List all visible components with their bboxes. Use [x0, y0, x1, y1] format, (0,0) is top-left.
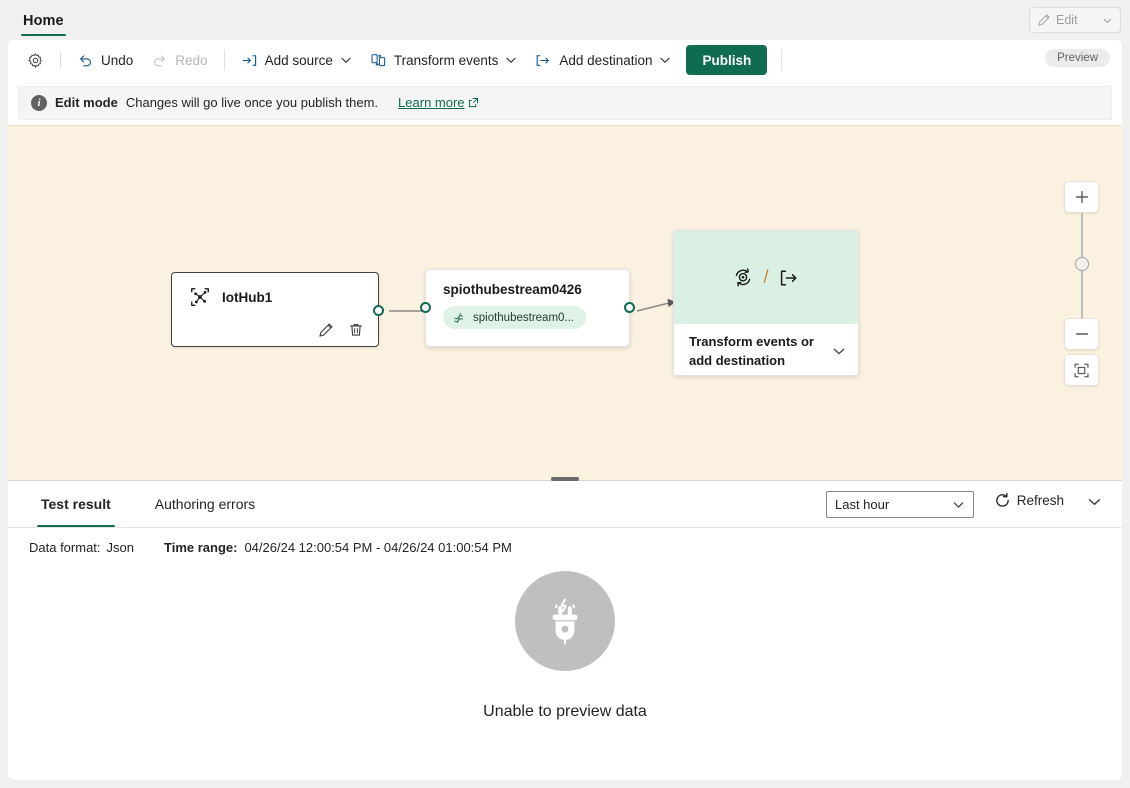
chevron-down-icon — [1102, 15, 1113, 26]
add-destination-icon — [778, 267, 800, 289]
transform-events-icon — [370, 52, 387, 69]
command-bar-separator-2 — [223, 50, 225, 70]
result-metadata-row: Data format: Json Time range: 04/26/24 1… — [8, 528, 1122, 566]
zoom-slider[interactable] — [1064, 213, 1099, 318]
fit-to-screen-button[interactable] — [1064, 354, 1099, 386]
undo-button[interactable]: Undo — [68, 45, 142, 75]
info-icon: i — [31, 94, 47, 111]
pencil-icon — [1037, 13, 1051, 27]
learn-more-label: Learn more — [398, 95, 465, 110]
data-format-value: Json — [106, 539, 134, 555]
chevron-down-icon — [505, 54, 517, 66]
results-tabs: Test result Authoring errors Last hour R… — [8, 481, 1122, 528]
node-stream-input-port[interactable] — [420, 302, 431, 313]
edit-button[interactable]: Edit — [1029, 7, 1121, 33]
node-stream-pill-label: spiothubestream0... — [473, 311, 575, 324]
iot-hub-icon — [189, 286, 211, 308]
refresh-icon — [994, 492, 1011, 509]
settings-button[interactable] — [18, 45, 53, 75]
node-source-output-port[interactable] — [373, 305, 384, 316]
tab-home-label: Home — [23, 13, 64, 29]
time-range-label: Time range: — [164, 539, 238, 555]
learn-more-link[interactable]: Learn more — [398, 95, 478, 110]
gear-icon — [27, 52, 44, 69]
node-transform-label: Transform events or add destination — [689, 332, 826, 370]
publish-button[interactable]: Publish — [686, 45, 768, 75]
add-source-label: Add source — [264, 52, 333, 68]
empty-state: Unable to preview data — [8, 571, 1122, 721]
edit-mode-message-bar: i Edit mode Changes will go live once yo… — [18, 85, 1112, 120]
transform-events-icon — [732, 267, 754, 289]
add-destination-icon — [535, 52, 552, 69]
node-transform-or-destination[interactable]: / Transform events or add destination — [673, 230, 859, 376]
node-iothub-source[interactable]: IotHub1 — [171, 272, 384, 347]
preview-badge: Preview — [1045, 49, 1110, 67]
undo-label: Undo — [101, 52, 134, 68]
tab-home[interactable]: Home — [19, 2, 68, 40]
results-panel: Test result Authoring errors Last hour R… — [8, 481, 1122, 780]
add-destination-button[interactable]: Add destination — [526, 45, 680, 75]
edit-mode-title: Edit mode — [55, 95, 118, 110]
preview-badge-label: Preview — [1057, 52, 1098, 64]
plug-disconnected-icon — [515, 571, 615, 671]
eventstream-icon — [452, 311, 466, 325]
redo-button[interactable]: Redo — [142, 45, 216, 75]
chevron-down-icon — [952, 498, 965, 511]
time-range-select[interactable]: Last hour — [826, 491, 974, 518]
eventstream-canvas[interactable]: IotHub1 spiothubestream0426 spiothubestr… — [8, 125, 1122, 476]
time-range-select-value: Last hour — [835, 497, 890, 512]
redo-icon — [151, 52, 168, 69]
node-transform-footer[interactable]: Transform events or add destination — [674, 324, 858, 375]
window-tab-strip: Home Edit — [0, 0, 1130, 40]
node-stream-output-port[interactable] — [624, 302, 635, 313]
transform-events-button[interactable]: Transform events — [361, 45, 527, 75]
eventstream-editor-window: Home Edit Undo Redo Add source Transform… — [0, 0, 1130, 788]
tab-test-result-label: Test result — [41, 496, 111, 512]
tab-home-active-indicator — [21, 33, 66, 36]
tab-test-result[interactable]: Test result — [37, 481, 115, 527]
canvas-zoom-controls — [1064, 181, 1100, 386]
node-transform-label-line1: Transform events or — [689, 333, 814, 349]
command-bar-separator-3 — [781, 50, 783, 70]
refresh-label: Refresh — [1016, 493, 1064, 508]
tab-authoring-errors-label: Authoring errors — [154, 496, 256, 512]
data-format-label: Data format: — [29, 539, 101, 555]
node-transform-icons: / — [674, 231, 858, 324]
add-source-button[interactable]: Add source — [232, 45, 361, 75]
redo-label: Redo — [175, 52, 208, 68]
node-stream-pill[interactable]: spiothubestream0... — [443, 306, 587, 329]
chevron-down-icon — [340, 54, 352, 66]
add-destination-label: Add destination — [559, 52, 653, 68]
node-stream-title: spiothubestream0426 — [443, 282, 582, 297]
node-source-title: IotHub1 — [222, 289, 273, 305]
pencil-icon[interactable] — [318, 322, 334, 338]
refresh-button[interactable]: Refresh — [994, 492, 1064, 509]
edit-mode-message: Changes will go live once you publish th… — [125, 95, 379, 110]
zoom-out-button[interactable] — [1064, 318, 1099, 350]
edit-mode-bar: i Edit mode Changes will go live once yo… — [8, 80, 1122, 125]
chevron-down-icon — [659, 54, 671, 66]
node-transform-separator: / — [763, 267, 769, 287]
node-source-actions — [318, 322, 364, 338]
add-source-icon — [241, 52, 258, 69]
zoom-in-button[interactable] — [1064, 181, 1099, 213]
command-bar: Undo Redo Add source Transform events Ad… — [8, 40, 1122, 80]
node-source-header: IotHub1 — [172, 273, 378, 308]
transform-events-label: Transform events — [393, 52, 499, 68]
node-transform-label-line2: add destination — [689, 352, 786, 368]
publish-label: Publish — [702, 52, 752, 68]
zoom-slider-handle[interactable] — [1075, 257, 1089, 271]
tab-authoring-errors[interactable]: Authoring errors — [151, 481, 259, 527]
empty-state-message: Unable to preview data — [483, 703, 647, 720]
edit-button-label: Edit — [1056, 13, 1078, 27]
undo-icon — [77, 52, 94, 69]
refresh-options-chevron[interactable] — [1087, 494, 1102, 509]
time-range-value: 04/26/24 12:00:54 PM - 04/26/24 01:00:54… — [244, 539, 512, 555]
command-bar-separator-1 — [60, 50, 61, 70]
chevron-down-icon[interactable] — [832, 344, 846, 358]
node-eventstream[interactable]: spiothubestream0426 spiothubestream0... — [420, 269, 635, 347]
external-link-icon — [468, 97, 479, 108]
trash-icon[interactable] — [348, 322, 364, 338]
